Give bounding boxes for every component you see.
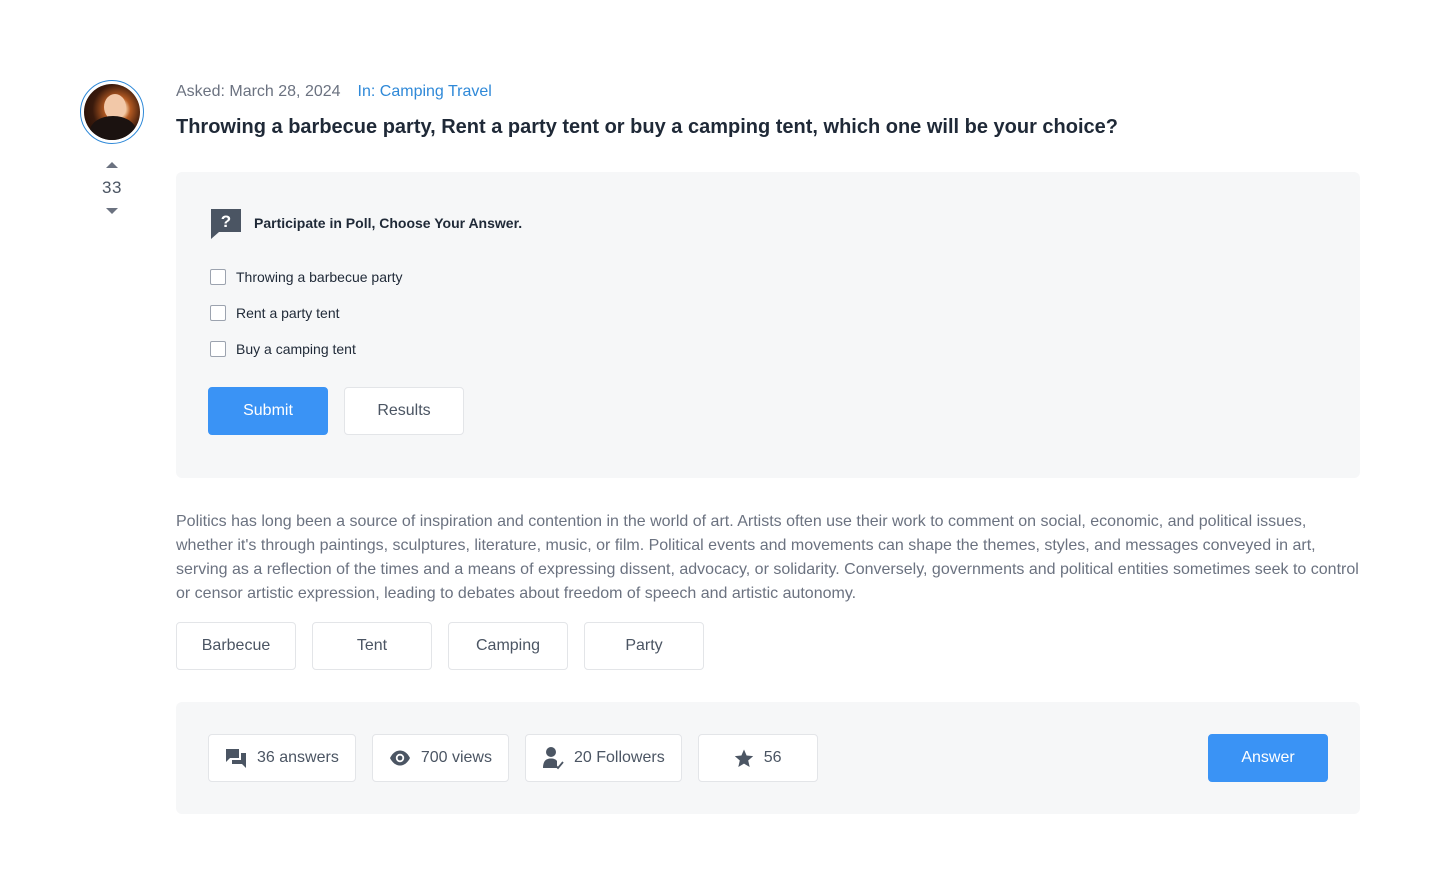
poll-option-label: Throwing a barbecue party (236, 268, 403, 285)
views-count: 700 views (420, 749, 492, 766)
favorites-count: 56 (763, 749, 782, 766)
results-button[interactable]: Results (344, 387, 464, 435)
question-main: Asked: March 28, 2024 In: Camping Travel… (176, 80, 1360, 814)
answers-count: 36 answers (257, 749, 339, 766)
poll-option[interactable]: Throwing a barbecue party (208, 266, 1328, 287)
question-body: Politics has long been a source of inspi… (176, 513, 1359, 602)
followers-count: 20 Followers (573, 749, 665, 766)
poll-options: Throwing a barbecue party Rent a party t… (208, 266, 1328, 359)
tag-party[interactable]: Party (584, 622, 704, 670)
avatar[interactable] (80, 80, 144, 144)
answer-button[interactable]: Answer (1208, 734, 1328, 782)
comments-icon (225, 747, 247, 769)
favorites-stat[interactable]: 56 (697, 734, 818, 782)
vote-up-icon[interactable] (106, 162, 118, 168)
stats-bar: 36 answers 700 views 20 Followers 56 Ans… (176, 702, 1360, 814)
eye-icon (389, 750, 411, 766)
followers-stat[interactable]: 20 Followers (524, 734, 682, 782)
question-title[interactable]: Throwing a barbecue party, Rent a party … (176, 114, 1360, 140)
vote-count: 33 (102, 178, 122, 197)
poll-option-checkbox[interactable] (210, 340, 226, 357)
poll-box: ? Participate in Poll, Choose Your Answe… (176, 172, 1360, 478)
tag-list: Barbecue Tent Camping Party (176, 622, 1360, 670)
submit-button[interactable]: Submit (208, 387, 328, 435)
svg-text:?: ? (221, 212, 231, 231)
poll-actions: Submit Results (208, 387, 1328, 435)
tag-camping[interactable]: Camping (448, 622, 568, 670)
question-chat-icon: ? (208, 206, 244, 240)
poll-heading: Participate in Poll, Choose Your Answer. (254, 215, 523, 231)
poll-option-checkbox[interactable] (210, 304, 226, 321)
asked-date: Asked: March 28, 2024 (176, 83, 341, 100)
poll-option[interactable]: Buy a camping tent (208, 338, 1328, 359)
answers-stat[interactable]: 36 answers (208, 734, 356, 782)
question-page: 33 Asked: March 28, 2024 In: Camping Tra… (0, 0, 1440, 894)
poll-option-label: Buy a camping tent (236, 340, 356, 357)
vote-column: 33 (80, 80, 144, 214)
avatar-image (84, 84, 140, 140)
tag-barbecue[interactable]: Barbecue (176, 622, 296, 670)
vote-down-icon[interactable] (106, 208, 118, 214)
poll-option-label: Rent a party tent (236, 304, 340, 321)
user-check-icon (542, 746, 564, 770)
poll-option[interactable]: Rent a party tent (208, 302, 1328, 323)
poll-option-checkbox[interactable] (210, 268, 226, 285)
views-stat[interactable]: 700 views (371, 734, 509, 782)
poll-header: ? Participate in Poll, Choose Your Answe… (208, 206, 1328, 240)
category-link[interactable]: In: Camping Travel (358, 80, 492, 104)
star-icon (734, 749, 754, 768)
stats-list: 36 answers 700 views 20 Followers 56 (208, 734, 818, 782)
tag-tent[interactable]: Tent (312, 622, 432, 670)
question-meta: Asked: March 28, 2024 In: Camping Travel (176, 80, 1360, 104)
